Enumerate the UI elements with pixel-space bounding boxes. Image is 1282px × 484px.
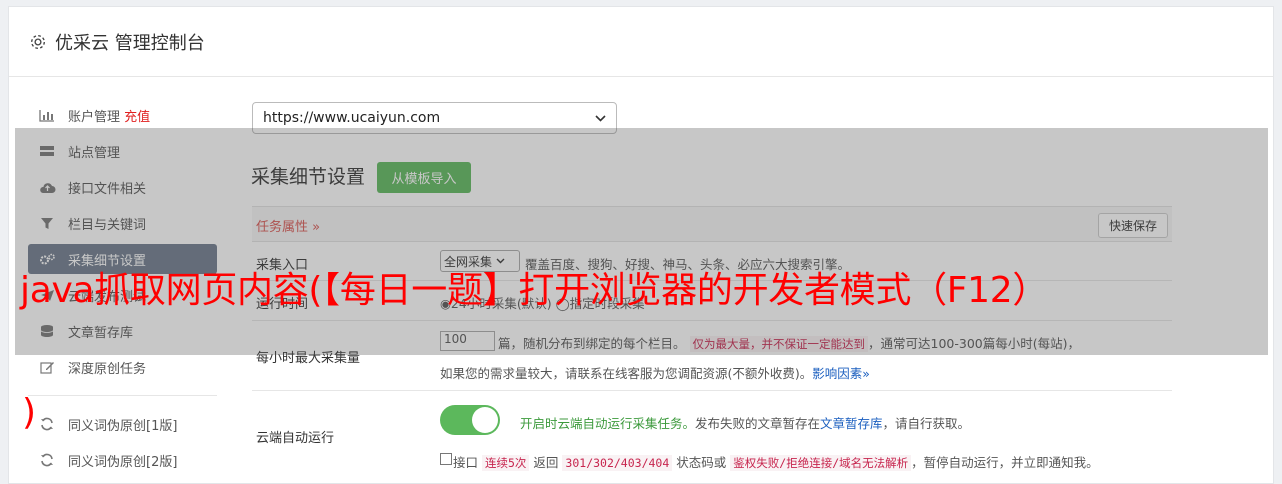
sidebar-item-account[interactable]: 账户管理 充值 [28, 101, 217, 129]
console-title: 优采云 管理控制台 [55, 32, 205, 54]
bar-chart-icon [38, 108, 56, 122]
dim-overlay [15, 128, 1268, 355]
sidebar-item-label: 同义词伪原创[2版] [68, 454, 178, 470]
pause-text-3: ，暂停自动运行，并立即通知我。 [911, 455, 1099, 470]
overlay-title-line2: ) [22, 392, 37, 433]
sidebar-item-synonym-v2[interactable]: 同义词伪原创[2版] [28, 446, 217, 474]
pause-text-2: 状态码或 [676, 455, 727, 470]
auto-run-toggle[interactable] [440, 405, 500, 435]
auto-desc-a: 发布失败的文章暂存在 [695, 416, 821, 431]
pause-chk-label: 接口 [453, 455, 479, 470]
recharge-link[interactable]: 充值 [124, 106, 150, 125]
edit-icon [38, 360, 56, 374]
sidebar-item-label: 账户管理 [68, 109, 121, 125]
chevron-down-icon [595, 114, 606, 122]
auto-label: 云端自动运行 [256, 431, 335, 446]
article-storage-link[interactable]: 文章暂存库 [820, 416, 883, 431]
topbar: 优采云 管理控制台 [9, 7, 1273, 77]
refresh-icon [38, 417, 56, 431]
refresh-icon [38, 453, 56, 467]
site-select-value: https://www.ucaiyun.com [263, 110, 441, 126]
row-divider [252, 390, 1172, 391]
sidebar-item-synonym-v1[interactable]: 同义词伪原创[1版] [28, 410, 217, 438]
sidebar-item-label: 同义词伪原创[1版] [68, 418, 178, 434]
pause-code-2: 301/302/403/404 [562, 455, 673, 471]
auto-desc: 开启时云端自动运行采集任务。发布失败的文章暂存在文章暂存库，请自行获取。 [520, 413, 970, 432]
pause-text-1: 返回 [533, 455, 559, 470]
max-desc-line2: 如果您的需求量较大，请联系在线客服为您调配资源(不额外收费)。影响因素» [440, 363, 870, 382]
chevron-down-icon: » [862, 366, 870, 381]
pause-code-1: 连续5次 [482, 455, 530, 471]
sidebar-item-deep-original[interactable]: 深度原创任务 [28, 353, 217, 381]
toggle-knob [472, 407, 498, 433]
auto-on-text: 开启时云端自动运行采集任务。 [520, 416, 696, 431]
max-desc-c: 如果您的需求量较大，请联系在线客服为您调配资源(不额外收费)。 [440, 366, 813, 381]
pause-code-3: 鉴权失败/拒绝连接/域名无法解析 [730, 455, 912, 471]
sidebar-item-label: 深度原创任务 [68, 361, 147, 377]
pause-checkbox[interactable] [440, 453, 452, 465]
pause-desc: 接口 连续5次 返回 301/302/403/404 状态码或 鉴权失败/拒绝连… [453, 452, 1099, 471]
gear-icon [31, 34, 45, 49]
overlay-title-line1: java抓取网页内容(【每日一题】打开浏览器的开发者模式（F12） [20, 270, 1049, 311]
impact-factors-label: 影响因素 [812, 366, 863, 381]
impact-factors-link[interactable]: 影响因素» [812, 366, 870, 381]
sidebar-divider [28, 395, 217, 396]
auto-desc-b: ，请自行获取。 [882, 416, 971, 431]
